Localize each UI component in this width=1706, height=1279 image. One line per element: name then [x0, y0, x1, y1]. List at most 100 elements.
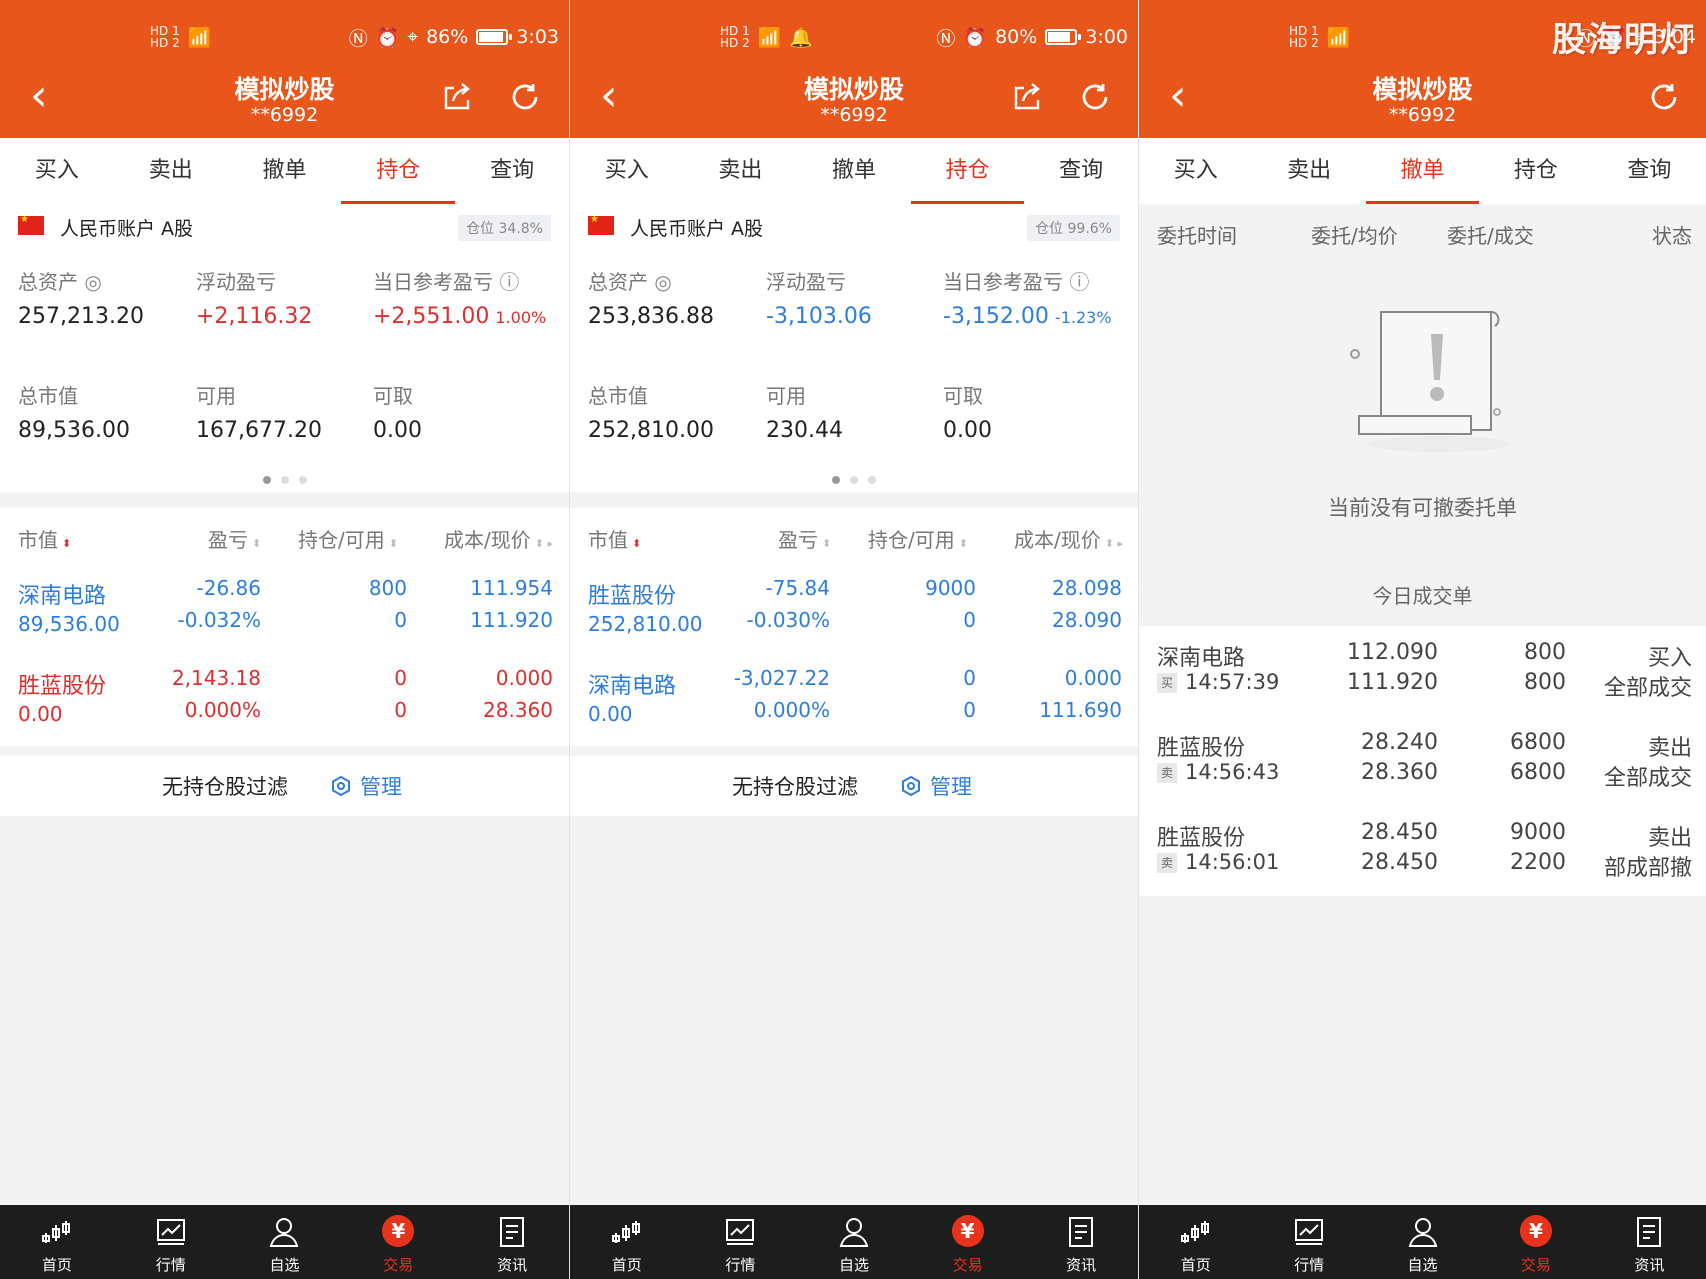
location-icon: ⌖: [407, 26, 419, 48]
daily-pl-label: 当日参考盈亏 ⓘ: [373, 270, 520, 294]
yuan-icon: ¥: [1519, 1215, 1552, 1247]
float-pl-value: -3,103.06: [766, 304, 872, 329]
document-icon: [1069, 1217, 1094, 1247]
nav-market[interactable]: 行情: [114, 1205, 228, 1279]
nav-market[interactable]: 行情: [1252, 1205, 1365, 1279]
stock-price: 28.090: [1052, 608, 1122, 632]
tab-cancel[interactable]: 撤单: [228, 138, 342, 204]
nav-home[interactable]: 首页: [1139, 1205, 1252, 1279]
withdrawable-value: 0.00: [943, 418, 992, 443]
share-icon[interactable]: [440, 80, 474, 114]
sort-icon: ⬍: [632, 537, 642, 550]
battery-text: 86%: [426, 26, 469, 48]
column-hold-available[interactable]: 持仓/可用 ⬍: [868, 524, 968, 553]
nav-trade[interactable]: ¥ 交易: [911, 1205, 1025, 1279]
tab-sell[interactable]: 卖出: [114, 138, 228, 204]
sort-icon: ⬍: [958, 537, 968, 550]
tab-buy[interactable]: 买入: [1139, 138, 1252, 204]
tab-query[interactable]: 查询: [1024, 138, 1138, 204]
refresh-icon[interactable]: [508, 80, 542, 114]
tab-buy[interactable]: 买入: [570, 138, 684, 204]
eye-icon[interactable]: ◎: [84, 270, 101, 294]
column-status: 状态: [1652, 224, 1692, 248]
account-id: **6992: [250, 104, 319, 126]
stock-name: 胜蓝股份: [588, 584, 677, 609]
share-icon[interactable]: [1010, 80, 1044, 114]
manage-button[interactable]: 管理: [330, 771, 402, 801]
refresh-icon[interactable]: [1647, 80, 1681, 114]
column-pl[interactable]: 盈亏 ⬍: [208, 524, 261, 553]
column-cost-price[interactable]: 成本/现价 ⬍ ▸: [1014, 524, 1123, 553]
empty-document-icon: [1350, 311, 1509, 452]
empty-state: 当前没有可撤委托单: [1139, 264, 1706, 564]
account-id: **6992: [820, 104, 888, 126]
nav-watchlist[interactable]: 自选: [797, 1205, 911, 1279]
nav-watchlist[interactable]: 自选: [1366, 1205, 1479, 1279]
tab-query[interactable]: 查询: [1593, 138, 1706, 204]
tab-query[interactable]: 查询: [455, 138, 569, 204]
battery-text: 80%: [995, 26, 1038, 48]
no-position-filter[interactable]: 无持仓股过滤: [732, 771, 858, 801]
panel-holdings-2: HD 1 HD 2 📶 🔔 Ⓝ ⏰ 80% 3:00 ‹ 模拟炒股 **6992 …: [570, 0, 1139, 1279]
app-header: HD 1 HD 2 📶 Ⓝ ⏰ ⌖ 3:04 股海明灯 ‹ 模拟炒股 **6992: [1139, 0, 1706, 138]
column-cost-price[interactable]: 成本/现价 ⬍ ▸: [444, 524, 553, 553]
candlestick-icon: [611, 1221, 640, 1243]
signal-icon: 📶: [1326, 26, 1351, 49]
nav-news[interactable]: 资讯: [1593, 1205, 1706, 1279]
stock-price: 28.360: [483, 698, 553, 722]
nav-home[interactable]: 首页: [0, 1205, 114, 1279]
manage-button[interactable]: 管理: [900, 771, 972, 801]
account-bar[interactable]: 人民币账户 A股 仓位 99.6%: [570, 204, 1138, 252]
nav-market[interactable]: 行情: [684, 1205, 798, 1279]
info-icon[interactable]: ⓘ: [1069, 270, 1089, 294]
nav-trade[interactable]: ¥ 交易: [1479, 1205, 1592, 1279]
holdings-table: 市值 ⬍ 盈亏 ⬍ 持仓/可用 ⬍ 成本/现价 ⬍ ▸ 深南电路 89,536.00 -…: [0, 508, 569, 746]
refresh-icon[interactable]: [1078, 80, 1112, 114]
trade-order-price: 28.240: [1361, 730, 1438, 755]
nav-home[interactable]: 首页: [570, 1205, 684, 1279]
tab-holdings[interactable]: 持仓: [341, 138, 455, 204]
stock-available: 0: [963, 608, 976, 632]
tab-sell[interactable]: 卖出: [1252, 138, 1365, 204]
stock-market-value: 0.00: [588, 702, 633, 726]
nav-watchlist[interactable]: 自选: [228, 1205, 342, 1279]
stock-available: 0: [963, 698, 976, 722]
tab-cancel[interactable]: 撤单: [797, 138, 911, 204]
screenshots-row: HD 1 HD 2 📶 Ⓝ ⏰ ⌖ 86% 3:03 ‹ 模拟炒股 **6992 …: [0, 0, 1706, 1279]
sort-icon: ⬍ ▸: [534, 537, 553, 550]
trade-order-qty: 9000: [1510, 820, 1566, 845]
today-trades-list: 深南电路 买 14:57:39 112.090 111.920 800 800 买…: [1139, 626, 1706, 896]
column-market-value[interactable]: 市值 ⬍: [18, 524, 71, 553]
stock-name: 胜蓝股份: [18, 674, 107, 699]
yuan-icon: ¥: [951, 1215, 984, 1247]
account-bar[interactable]: 人民币账户 A股 仓位 34.8%: [0, 204, 569, 252]
trade-time: 卖 14:56:01: [1157, 850, 1279, 874]
column-hold-available[interactable]: 持仓/可用 ⬍: [298, 524, 398, 553]
tab-holdings[interactable]: 持仓: [910, 138, 1025, 204]
candlestick-icon: [1180, 1221, 1209, 1243]
sort-icon: ⬍: [252, 537, 262, 550]
eye-icon[interactable]: ◎: [654, 270, 671, 294]
trade-status: 全部成交: [1603, 676, 1692, 701]
empty-message: 当前没有可撤委托单: [1328, 496, 1517, 520]
tab-buy[interactable]: 买入: [0, 138, 114, 204]
daily-pl-percent: -1.23%: [1054, 308, 1112, 327]
tab-cancel[interactable]: 撤单: [1365, 138, 1480, 204]
stock-market-value: 252,810.00: [588, 612, 703, 636]
info-icon[interactable]: ⓘ: [499, 270, 519, 294]
cancel-table-header: 委托时间 委托/均价 委托/成交 状态: [1139, 204, 1706, 264]
nav-news[interactable]: 资讯: [455, 1205, 569, 1279]
column-market-value[interactable]: 市值 ⬍: [588, 524, 641, 553]
no-position-filter[interactable]: 无持仓股过滤: [162, 771, 288, 801]
panel-cancel-orders: HD 1 HD 2 📶 Ⓝ ⏰ ⌖ 3:04 股海明灯 ‹ 模拟炒股 **6992…: [1139, 0, 1706, 1279]
tab-holdings[interactable]: 持仓: [1479, 138, 1592, 204]
tab-sell[interactable]: 卖出: [684, 138, 798, 204]
stock-available: 0: [394, 608, 407, 632]
trade-avg-price: 28.450: [1361, 850, 1438, 875]
available-value: 167,677.20: [196, 418, 322, 443]
column-pl[interactable]: 盈亏 ⬍: [778, 524, 831, 553]
nav-trade[interactable]: ¥ 交易: [341, 1205, 455, 1279]
nav-news[interactable]: 资讯: [1024, 1205, 1138, 1279]
nfc-icon: Ⓝ: [348, 27, 368, 50]
total-assets-value: 253,836.88: [588, 304, 714, 329]
